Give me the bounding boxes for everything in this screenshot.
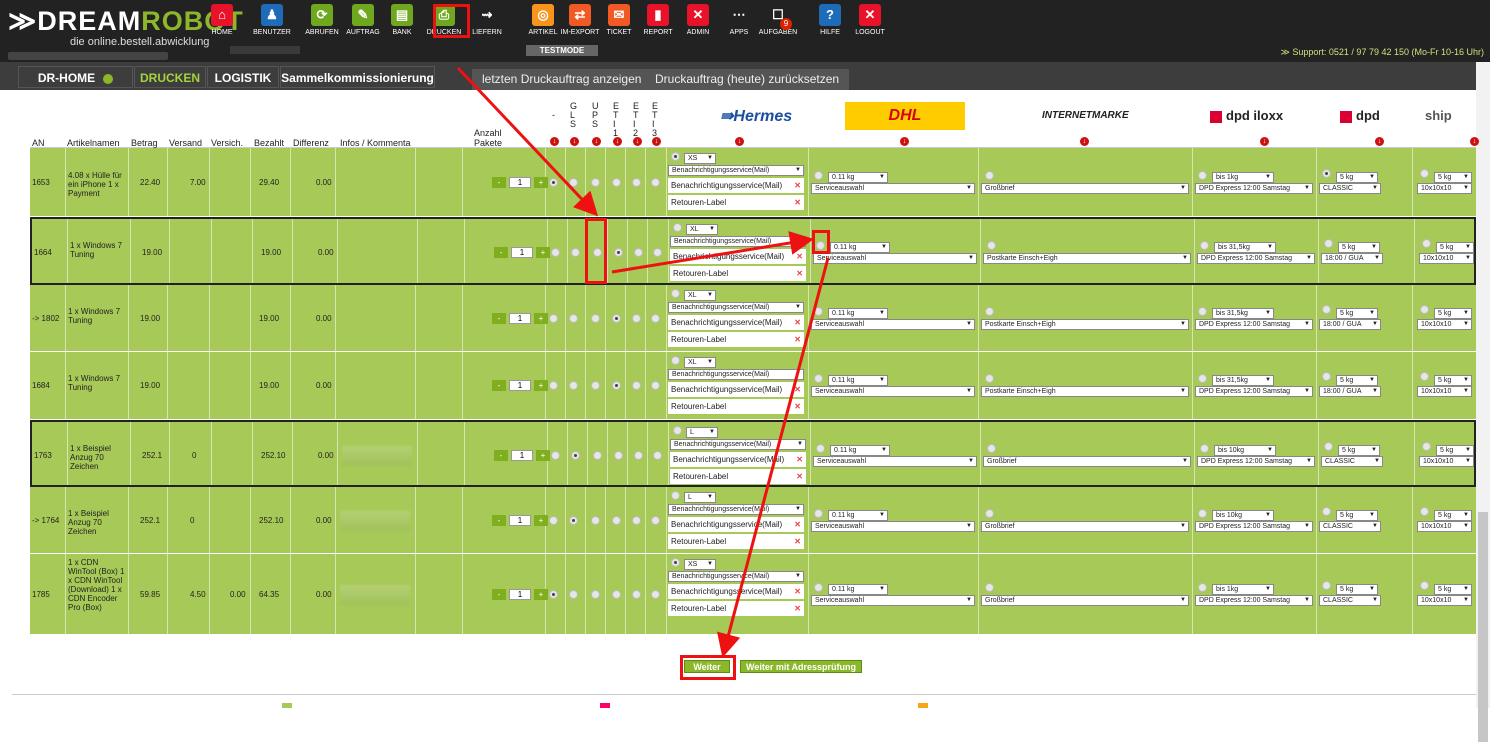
legend-red-swatch (600, 703, 610, 708)
footer-divider (12, 694, 1476, 695)
annotation-arrows (456, 66, 830, 658)
legend-green-swatch (282, 703, 292, 708)
legend-orange-swatch (918, 703, 928, 708)
